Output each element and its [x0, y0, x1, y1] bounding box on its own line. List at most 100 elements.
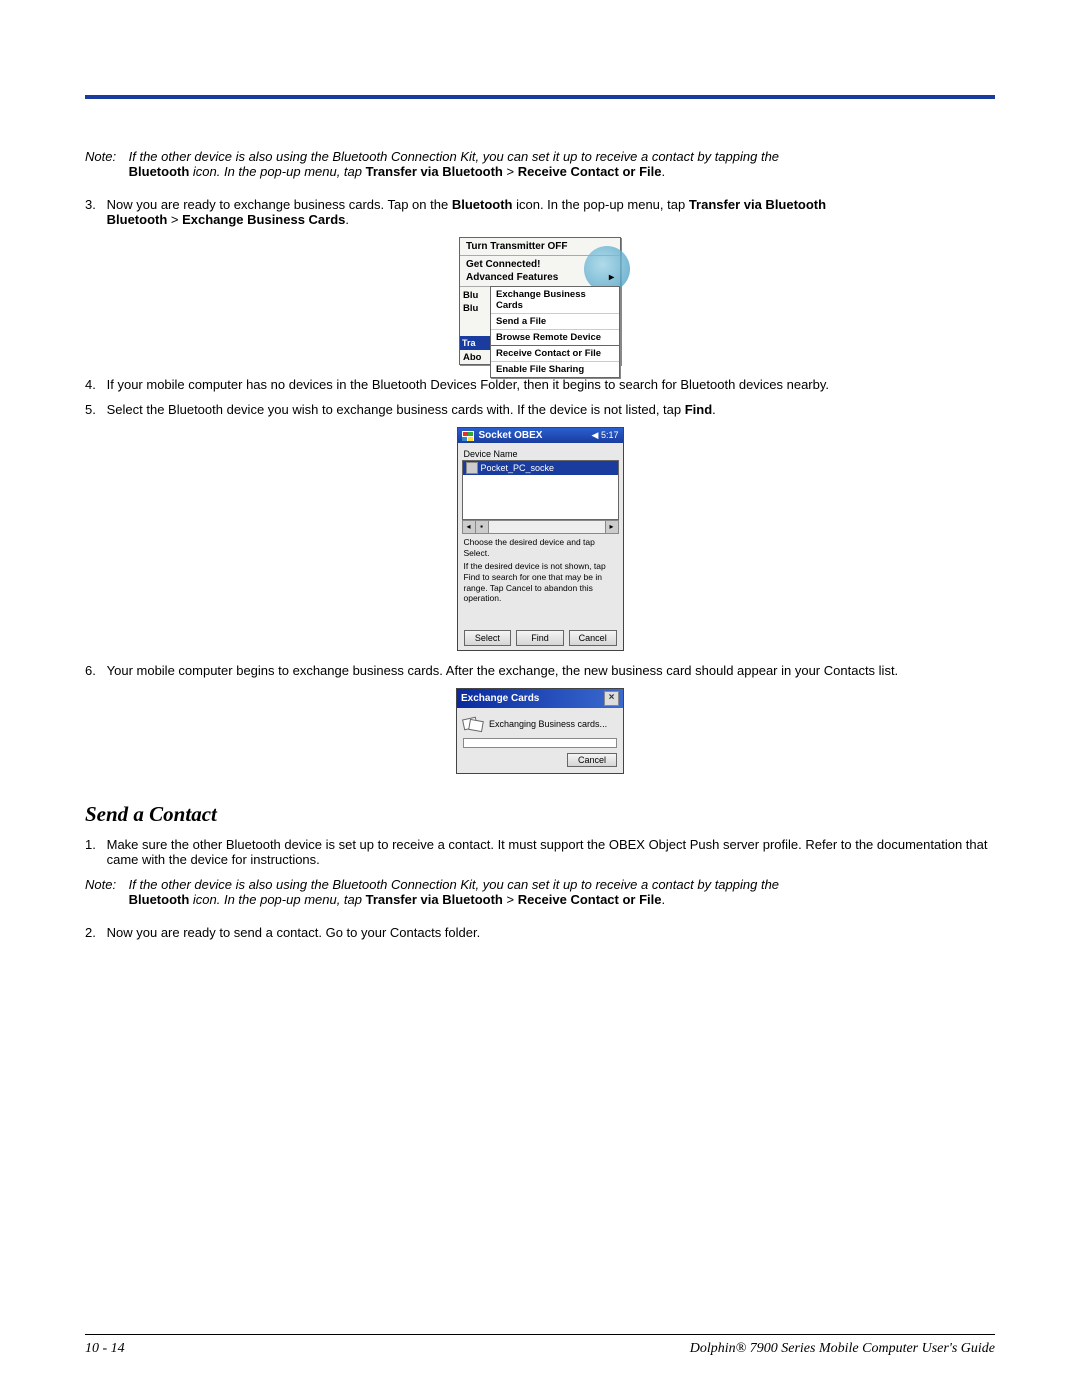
- sound-icon[interactable]: ◀: [592, 430, 599, 440]
- note1-gt: >: [503, 164, 518, 179]
- s1-num: 1.: [85, 837, 103, 852]
- note2-end: .: [661, 892, 665, 907]
- note2-mid: icon. In the pop-up menu, tap: [189, 892, 365, 907]
- dialog-cancel-button[interactable]: Cancel: [567, 753, 617, 767]
- submenu-receive[interactable]: Receive Contact or File: [491, 346, 619, 362]
- submenu: Exchange Business Cards Send a File Brow…: [490, 286, 620, 378]
- device-list-item[interactable]: Pocket_PC_socke: [463, 461, 618, 475]
- send-step-2: 2. Now you are ready to send a contact. …: [85, 925, 995, 940]
- note1-end: .: [661, 164, 665, 179]
- note-block-1: Note: If the other device is also using …: [85, 149, 995, 179]
- note2-body: If the other device is also using the Bl…: [129, 877, 989, 907]
- select-button[interactable]: Select: [464, 630, 512, 646]
- device-icon: [466, 462, 478, 474]
- cards-icon: [463, 716, 483, 732]
- note-block-2: Note: If the other device is also using …: [85, 877, 995, 907]
- step-3: 3. Now you are ready to exchange busines…: [85, 197, 995, 227]
- note-label: Note:: [85, 149, 125, 164]
- note-body: If the other device is also using the Bl…: [129, 149, 989, 179]
- note2-rcof: Receive Contact or File: [518, 892, 662, 907]
- s1-body: Make sure the other Bluetooth device is …: [107, 837, 993, 867]
- menu-tra-strip: Tra: [460, 336, 494, 350]
- submenu-enable[interactable]: Enable File Sharing: [491, 362, 619, 377]
- dialog-title-text: Exchange Cards: [461, 693, 539, 704]
- step3-t1: Now you are ready to exchange business c…: [107, 197, 452, 212]
- windows-flag-icon[interactable]: [462, 431, 474, 441]
- device-list[interactable]: Pocket_PC_socke: [462, 460, 619, 520]
- menu-get-connected[interactable]: Get Connected!: [466, 259, 614, 270]
- step3-ebc: Exchange Business Cards: [182, 212, 345, 227]
- menu-abo: Abo: [463, 352, 481, 363]
- note1-line1: If the other device is also using the Bl…: [129, 149, 779, 164]
- menu-turn-off[interactable]: Turn Transmitter OFF: [460, 238, 620, 256]
- footer-title: Dolphin® 7900 Series Mobile Computer Use…: [690, 1341, 995, 1357]
- step-4: 4. If your mobile computer has no device…: [85, 377, 995, 392]
- step3-bt2: Bluetooth: [107, 212, 168, 227]
- note1-bt: Bluetooth: [129, 164, 190, 179]
- close-button[interactable]: ×: [604, 691, 619, 706]
- step3-end: .: [345, 212, 349, 227]
- step5-find: Find: [685, 402, 712, 417]
- wince-time: ◀ 5:17: [592, 430, 619, 441]
- instr2: If the desired device is not shown, tap …: [464, 561, 617, 604]
- menu-connect-group: Get Connected! Advanced Features ▸: [460, 256, 620, 287]
- submenu-sendfile[interactable]: Send a File: [491, 314, 619, 330]
- section-heading: Send a Contact: [85, 802, 995, 827]
- find-button[interactable]: Find: [516, 630, 564, 646]
- note2-gt: >: [503, 892, 518, 907]
- chevron-right-icon: ▸: [609, 272, 614, 283]
- note1-tvb: Transfer via Bluetooth: [366, 164, 503, 179]
- send-step-1: 1. Make sure the other Bluetooth device …: [85, 837, 995, 867]
- device-name-text: Pocket_PC_socke: [481, 463, 555, 473]
- step3-body: Now you are ready to exchange business c…: [107, 197, 993, 227]
- step4-body: If your mobile computer has no devices i…: [107, 377, 993, 392]
- menu-advanced[interactable]: Advanced Features: [466, 272, 558, 283]
- note1-rcof: Receive Contact or File: [518, 164, 662, 179]
- scroll-track[interactable]: [489, 521, 605, 533]
- submenu-ebc[interactable]: Exchange Business Cards: [491, 287, 619, 314]
- wince-titlebar: Socket OBEX ◀ 5:17: [458, 428, 623, 443]
- progress-bar: [463, 738, 617, 748]
- step6-body: Your mobile computer begins to exchange …: [107, 663, 993, 678]
- dialog-titlebar: Exchange Cards ×: [457, 689, 623, 708]
- note2-tvb: Transfer via Bluetooth: [366, 892, 503, 907]
- menu-left1: Blu: [463, 290, 478, 301]
- wince-title-text: Socket OBEX: [479, 430, 543, 441]
- submenu-browse[interactable]: Browse Remote Device: [491, 330, 619, 346]
- scroll-left-button[interactable]: ◂: [463, 521, 476, 533]
- scroll-right-button[interactable]: ▸: [605, 521, 618, 533]
- dialog-message: Exchanging Business cards...: [489, 719, 607, 729]
- step3-t2: icon. In the pop-up menu, tap: [512, 197, 688, 212]
- device-name-label: Device Name: [464, 449, 619, 459]
- s2-num: 2.: [85, 925, 103, 940]
- note2-line1: If the other device is also using the Bl…: [129, 877, 779, 892]
- horizontal-scrollbar[interactable]: ◂ ▪ ▸: [462, 520, 619, 534]
- note2-bt: Bluetooth: [129, 892, 190, 907]
- step5-body: Select the Bluetooth device you wish to …: [107, 402, 993, 417]
- step5-end: .: [712, 402, 716, 417]
- s2-body: Now you are ready to send a contact. Go …: [107, 925, 993, 940]
- figure-socket-obex: Socket OBEX ◀ 5:17 Device Name Pocket_PC…: [85, 427, 995, 651]
- figure-exchange-dialog: Exchange Cards × Exchanging Business car…: [85, 688, 995, 774]
- note2-label: Note:: [85, 877, 125, 892]
- page-number: 10 - 14: [85, 1341, 125, 1357]
- cancel-button[interactable]: Cancel: [569, 630, 617, 646]
- step5-t1: Select the Bluetooth device you wish to …: [107, 402, 685, 417]
- scroll-thumb[interactable]: ▪: [476, 521, 489, 533]
- top-rule: [85, 95, 995, 99]
- time-text: 5:17: [601, 430, 619, 440]
- step-6: 6. Your mobile computer begins to exchan…: [85, 663, 995, 678]
- page-footer: 10 - 14 Dolphin® 7900 Series Mobile Comp…: [85, 1334, 995, 1357]
- step3-bt: Bluetooth: [452, 197, 513, 212]
- note1-mid: icon. In the pop-up menu, tap: [189, 164, 365, 179]
- menu-left2: Blu: [463, 303, 478, 314]
- step3-gt: >: [167, 212, 182, 227]
- menu-left-labels: Blu Blu: [463, 290, 478, 314]
- step3-num: 3.: [85, 197, 103, 212]
- step4-num: 4.: [85, 377, 103, 392]
- step-5: 5. Select the Bluetooth device you wish …: [85, 402, 995, 417]
- step3-tvb: Transfer via Bluetooth: [689, 197, 826, 212]
- step6-num: 6.: [85, 663, 103, 678]
- instr1: Choose the desired device and tap Select…: [464, 537, 617, 558]
- step5-num: 5.: [85, 402, 103, 417]
